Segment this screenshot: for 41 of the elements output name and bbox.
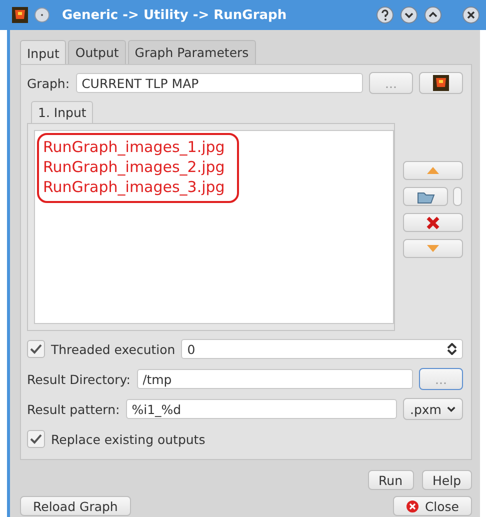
list-item[interactable]: RunGraph_images_2.jpg <box>43 157 225 177</box>
up-arrow-icon <box>427 167 439 174</box>
list-item[interactable]: RunGraph_images_3.jpg <box>43 177 225 197</box>
run-button[interactable]: Run <box>368 470 414 490</box>
checkbox-label: Replace existing outputs <box>51 432 206 446</box>
tab[interactable]: Input <box>20 40 66 64</box>
close-button[interactable]: Close <box>392 496 472 516</box>
chevron-down-icon <box>447 406 456 412</box>
graph-field[interactable]: CURRENT TLP MAP <box>76 73 363 93</box>
help-button[interactable]: Help <box>422 470 472 490</box>
close-icon <box>406 500 419 512</box>
tab[interactable]: Output <box>68 40 126 64</box>
checkbox[interactable] <box>27 340 45 358</box>
checkbox[interactable] <box>27 430 45 448</box>
file-list[interactable]: RunGraph_images_1.jpg RunGraph_images_2.jpg RunGraph_images_3.jpg <box>34 130 394 324</box>
window-title: Generic -> Utility -> RunGraph <box>62 8 287 22</box>
remove-button[interactable] <box>403 213 463 232</box>
down-arrow-icon <box>427 245 439 252</box>
pattern-field[interactable]: %i1_%d <box>126 399 397 419</box>
format-dropdown[interactable]: .pxm <box>403 398 463 420</box>
thread-count-spinbox[interactable]: 0 <box>181 339 463 359</box>
spinner-arrows-icon <box>447 343 457 355</box>
tab[interactable]: 1. Input <box>31 101 94 123</box>
minimize-icon[interactable] <box>400 6 418 24</box>
directory-field[interactable]: /tmp <box>136 369 413 389</box>
reload-button[interactable]: Reload Graph <box>20 496 131 516</box>
maximize-icon[interactable] <box>424 6 442 24</box>
app-icon <box>12 7 28 23</box>
help-icon[interactable] <box>376 6 394 24</box>
app-icon <box>433 75 449 91</box>
graph-button[interactable] <box>419 72 463 94</box>
field-label: Result pattern: <box>27 402 120 416</box>
list-item[interactable]: RunGraph_images_1.jpg <box>43 137 225 157</box>
folder-icon <box>416 190 434 204</box>
open-button[interactable] <box>403 187 448 206</box>
field-label: Result Directory: <box>27 372 131 386</box>
field-label: Graph: <box>27 76 70 90</box>
checkbox-label: Threaded execution <box>51 342 176 356</box>
close-icon[interactable] <box>462 6 480 24</box>
tab[interactable]: Graph Parameters <box>128 40 256 64</box>
cross-icon <box>426 216 440 230</box>
